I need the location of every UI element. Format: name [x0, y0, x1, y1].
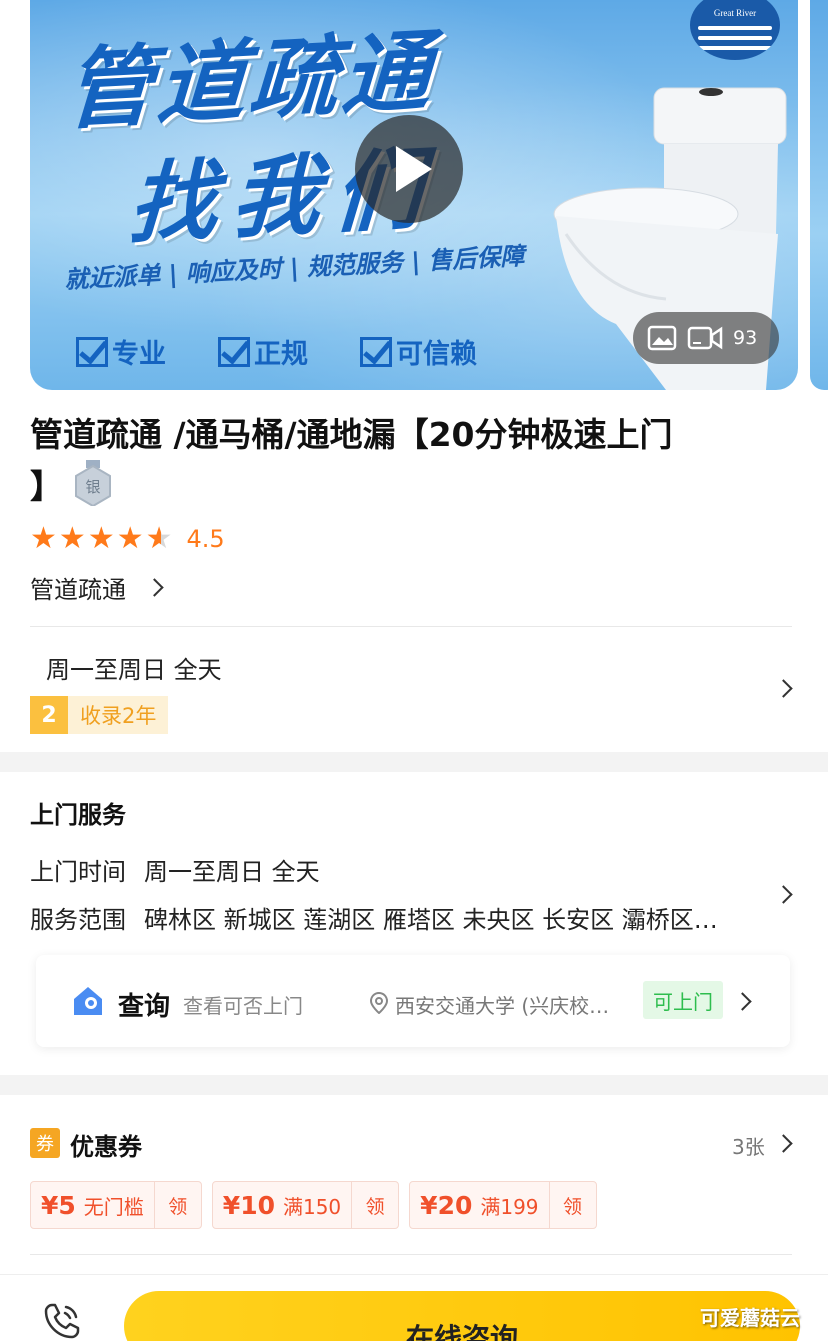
service-detail-page: 管道疏通 找我们 就近派单 | 响应及时 | 规范服务 | 售后保障 专业 正规… — [0, 0, 828, 1341]
coupon-condition: 满150 — [282, 1194, 342, 1219]
coupon-condition: 无门槛 — [83, 1194, 144, 1219]
banner-badges: 专业 正规 可信赖 — [76, 332, 477, 371]
coupon-list: ¥5 无门槛 领 ¥10 满150 领 ¥20 满199 领 — [30, 1181, 597, 1229]
coupon-item[interactable]: ¥5 无门槛 领 — [30, 1181, 202, 1229]
claim-coupon-button[interactable]: 领 — [550, 1182, 596, 1228]
video-play-button[interactable] — [355, 115, 463, 223]
category-link[interactable]: 管道疏通 — [30, 570, 164, 605]
coupon-count-link[interactable]: 3张 — [732, 1131, 765, 1160]
half-star-icon: ★ — [145, 521, 173, 556]
divider — [30, 1254, 792, 1255]
rating-value: 4.5 — [186, 525, 225, 553]
hours-row-chevron-icon[interactable] — [774, 679, 793, 698]
banner-badge: 可信赖 — [360, 332, 477, 371]
checkbox-icon — [76, 336, 108, 367]
phone-icon[interactable] — [42, 1301, 82, 1341]
claim-coupon-button[interactable]: 领 — [155, 1182, 201, 1228]
svg-text:银: 银 — [85, 478, 100, 496]
checkbox-icon — [218, 336, 250, 367]
category-label: 管道疏通 — [30, 576, 126, 604]
coupon-section-title: 优惠券 — [70, 1133, 142, 1161]
chevron-right-icon — [145, 578, 164, 597]
service-range-chevron-icon[interactable] — [774, 885, 793, 904]
coupon-price: ¥10 — [222, 1190, 275, 1220]
media-banner[interactable]: 管道疏通 找我们 就近派单 | 响应及时 | 规范服务 | 售后保障 专业 正规… — [30, 0, 798, 390]
banner-badge: 专业 — [76, 332, 166, 371]
coupon-price: ¥20 — [420, 1190, 473, 1220]
star-icon: ★ — [30, 521, 57, 556]
years-listed-badge: 2 收录2年 — [30, 696, 169, 734]
availability-status-badge: 可上门 — [643, 981, 723, 1019]
coupon-item[interactable]: ¥20 满199 领 — [409, 1181, 597, 1229]
media-count: 93 — [733, 327, 758, 349]
section-gap — [0, 1075, 828, 1095]
brand-logo: Great River — [690, 0, 780, 60]
watermark-text: 可爱蘑菇云 — [700, 1306, 800, 1330]
chevron-right-icon — [733, 992, 752, 1011]
home-location-icon — [74, 987, 102, 1015]
coupon-condition: 满199 — [480, 1194, 539, 1219]
product-title: 管道疏通 /通马桶/通地漏【20分钟极速上门 — [30, 415, 673, 454]
star-icon: ★ — [58, 521, 86, 556]
claim-coupon-button[interactable]: 领 — [352, 1182, 398, 1228]
image-icon — [647, 325, 677, 351]
availability-query-card[interactable]: 查询 查看可否上门 西安交通大学 (兴庆校… 可上门 — [36, 955, 790, 1047]
coupon-item[interactable]: ¥10 满150 领 — [211, 1181, 400, 1229]
silver-level-badge-icon: 银 — [75, 460, 111, 506]
service-section-title: 上门服务 — [30, 801, 126, 829]
checkbox-icon — [360, 336, 392, 367]
product-title-tail: 】 — [30, 467, 63, 506]
location-pin-icon — [370, 992, 388, 1014]
query-location: 西安交通大学 (兴庆校… — [395, 994, 610, 1018]
media-count-pill[interactable]: 93 — [633, 312, 779, 364]
next-banner-peek[interactable] — [810, 0, 828, 390]
coupon-icon: 券 — [30, 1128, 60, 1158]
star-icon: ★ — [116, 521, 144, 556]
star-icon: ★ — [87, 521, 115, 556]
service-time-row: 上门时间 周一至周日 全天 — [30, 858, 320, 886]
rating-stars: ★ ★ ★ ★ ★ 4.5 — [30, 524, 225, 554]
video-icon — [687, 326, 723, 350]
coupon-chevron-icon[interactable] — [774, 1134, 793, 1153]
business-hours: 周一至周日 全天 — [46, 656, 222, 684]
query-subtitle: 查看可否上门 — [183, 994, 303, 1018]
online-consult-button[interactable]: 在线咨询 — [124, 1291, 800, 1341]
service-range-row[interactable]: 服务范围 碑林区 新城区 莲湖区 雁塔区 未央区 长安区 灞桥区… — [30, 900, 718, 935]
banner-badge: 正规 — [218, 332, 308, 371]
divider — [30, 626, 792, 627]
coupon-price: ¥5 — [41, 1190, 76, 1220]
query-title: 查询 — [118, 992, 171, 1022]
section-gap — [0, 752, 828, 772]
